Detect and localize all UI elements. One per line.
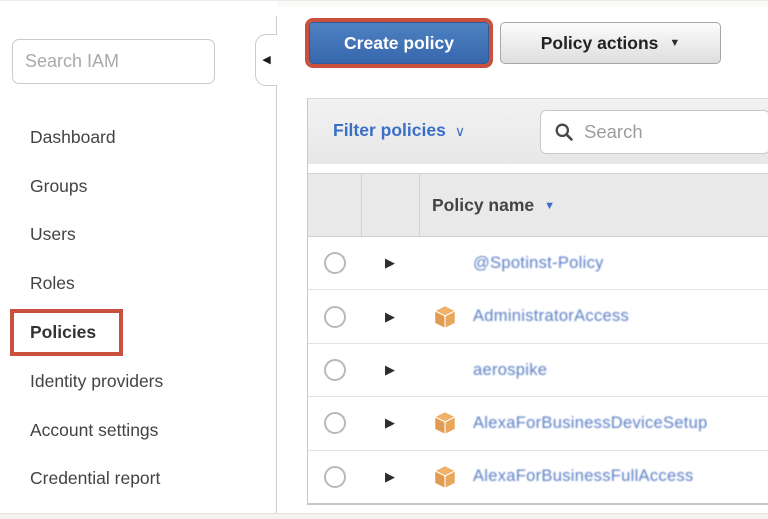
filter-policies-dropdown[interactable]: Filter policies ∨ xyxy=(333,120,465,141)
row-expand-cell: ▶ xyxy=(361,414,419,432)
expand-right-icon[interactable]: ▶ xyxy=(385,309,395,324)
policy-name-cell: AdministratorAccess xyxy=(419,304,768,330)
filter-policies-label: Filter policies xyxy=(333,120,446,141)
policy-name-link[interactable]: AdministratorAccess xyxy=(473,307,629,326)
sidebar-item-groups[interactable]: Groups xyxy=(0,162,277,211)
row-select-cell xyxy=(308,252,361,274)
sidebar-item-label: Account settings xyxy=(30,420,158,441)
aws-managed-policy-icon xyxy=(432,464,473,490)
caret-down-icon: ▼ xyxy=(669,38,680,49)
row-select-radio[interactable] xyxy=(324,466,346,488)
expand-right-icon[interactable]: ▶ xyxy=(385,469,395,484)
policy-table-body: ▶ @Spotinst-Policy ▶ AdministratorAccess ▶ ae… xyxy=(308,237,768,505)
sidebar-item-label: Credential report xyxy=(30,468,160,489)
chevron-down-icon: ∨ xyxy=(455,123,465,140)
table-header: Policy name ▼ xyxy=(308,173,768,237)
expand-right-icon[interactable]: ▶ xyxy=(385,255,395,270)
search-iam-input[interactable] xyxy=(12,39,215,84)
row-select-radio[interactable] xyxy=(324,359,346,381)
sidebar-item-policies[interactable]: Policies xyxy=(0,308,277,357)
policy-search-box xyxy=(540,110,768,154)
sort-desc-icon: ▼ xyxy=(544,200,555,212)
sidebar-collapse-button[interactable]: ◀ xyxy=(255,34,277,86)
row-expand-cell: ▶ xyxy=(361,361,419,379)
sidebar-divider xyxy=(276,16,277,513)
filter-bar: Filter policies ∨ xyxy=(308,98,768,164)
policy-name-cell: @Spotinst-Policy xyxy=(419,254,768,273)
policy-name-link[interactable]: @Spotinst-Policy xyxy=(473,254,604,273)
policy-actions-button[interactable]: Policy actions ▼ xyxy=(500,22,721,64)
policy-name-link[interactable]: aerospike xyxy=(473,361,547,380)
policy-name-header-label: Policy name xyxy=(432,195,534,216)
table-row: ▶ AlexaForBusinessDeviceSetup xyxy=(308,397,768,450)
sidebar-item-label: Dashboard xyxy=(30,127,116,148)
row-expand-cell: ▶ xyxy=(361,468,419,486)
policy-name-link[interactable]: AlexaForBusinessFullAccess xyxy=(473,467,694,486)
policy-name-cell: aerospike xyxy=(419,361,768,380)
policy-name-cell: AlexaForBusinessFullAccess xyxy=(419,464,768,490)
sidebar-item-account-settings[interactable]: Account settings xyxy=(0,406,277,455)
row-expand-cell: ▶ xyxy=(361,254,419,272)
sidebar-item-dashboard[interactable]: Dashboard xyxy=(0,113,277,162)
policies-panel: Filter policies ∨ Policy name ▼ xyxy=(307,98,768,505)
sidebar-item-identity-providers[interactable]: Identity providers xyxy=(0,357,277,406)
sidebar-item-label: Groups xyxy=(30,176,87,197)
sidebar: Dashboard Groups Users Roles Policies Identit… xyxy=(0,1,277,513)
row-select-radio[interactable] xyxy=(324,252,346,274)
window-bottom-edge xyxy=(0,513,768,519)
sidebar-item-roles[interactable]: Roles xyxy=(0,259,277,308)
row-expand-cell: ▶ xyxy=(361,308,419,326)
policy-name-cell: AlexaForBusinessDeviceSetup xyxy=(419,410,768,436)
aws-managed-policy-icon xyxy=(432,410,473,436)
expand-right-icon[interactable]: ▶ xyxy=(385,362,395,377)
column-divider xyxy=(419,174,420,236)
table-row: ▶ aerospike xyxy=(308,344,768,397)
search-icon xyxy=(554,122,574,142)
sidebar-item-users[interactable]: Users xyxy=(0,211,277,260)
table-row: ▶ AdministratorAccess xyxy=(308,290,768,343)
iam-policies-page: Dashboard Groups Users Roles Policies Identit… xyxy=(0,0,768,519)
row-select-cell xyxy=(308,466,361,488)
row-select-radio[interactable] xyxy=(324,306,346,328)
sidebar-nav: Dashboard Groups Users Roles Policies Identit… xyxy=(0,113,277,503)
sidebar-item-label: Users xyxy=(30,224,76,245)
sidebar-item-label: Policies xyxy=(30,322,96,343)
policy-name-link[interactable]: AlexaForBusinessDeviceSetup xyxy=(473,414,708,433)
column-header-policy-name[interactable]: Policy name ▼ xyxy=(432,174,555,236)
sidebar-item-label: Identity providers xyxy=(30,371,163,392)
sidebar-item-credential-report[interactable]: Credential report xyxy=(0,455,277,504)
row-select-radio[interactable] xyxy=(324,412,346,434)
column-divider xyxy=(361,174,362,236)
aws-managed-policy-icon xyxy=(432,304,473,330)
row-select-cell xyxy=(308,412,361,434)
row-select-cell xyxy=(308,359,361,381)
table-row: ▶ @Spotinst-Policy xyxy=(308,237,768,290)
create-policy-button[interactable]: Create policy xyxy=(309,22,489,64)
table-row: ▶ AlexaForBusinessFullAccess xyxy=(308,451,768,503)
policy-search-input[interactable] xyxy=(582,120,768,144)
row-select-cell xyxy=(308,306,361,328)
expand-right-icon[interactable]: ▶ xyxy=(385,415,395,430)
collapse-left-icon: ◀ xyxy=(262,55,270,66)
sidebar-item-label: Roles xyxy=(30,273,75,294)
policy-actions-label: Policy actions xyxy=(541,33,659,54)
